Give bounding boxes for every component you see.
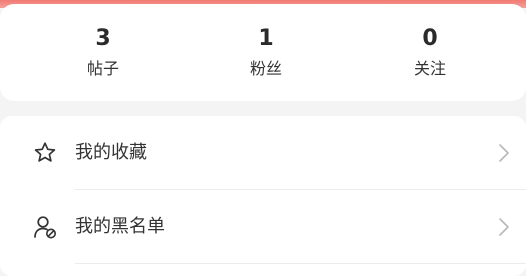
stat-posts[interactable]: 3 帖子	[43, 26, 163, 80]
menu-divider	[75, 263, 526, 264]
stat-posts-value: 3	[95, 26, 111, 51]
menu-item-favorites[interactable]: 我的收藏	[0, 116, 526, 190]
chevron-right-icon	[496, 216, 512, 238]
stat-following-value: 0	[422, 26, 438, 51]
profile-stats-card: 3 帖子 1 粉丝 0 关注	[0, 4, 526, 101]
stat-followers[interactable]: 1 粉丝	[206, 26, 326, 80]
menu-item-favorites-label: 我的收藏	[75, 142, 147, 163]
stat-following-label: 关注	[413, 59, 446, 78]
stat-followers-label: 粉丝	[249, 59, 282, 78]
stat-posts-label: 帖子	[86, 59, 119, 78]
stat-following[interactable]: 0 关注	[370, 26, 490, 80]
stat-followers-value: 1	[258, 26, 274, 51]
star-icon	[32, 140, 58, 166]
menu-divider	[75, 189, 526, 190]
user-block-icon	[32, 214, 58, 240]
menu-item-blacklist-label: 我的黑名单	[75, 216, 165, 237]
menu-list: 我的收藏 我的黑名单	[0, 116, 526, 276]
chevron-right-icon	[496, 142, 512, 164]
menu-item-blacklist[interactable]: 我的黑名单	[0, 190, 526, 264]
